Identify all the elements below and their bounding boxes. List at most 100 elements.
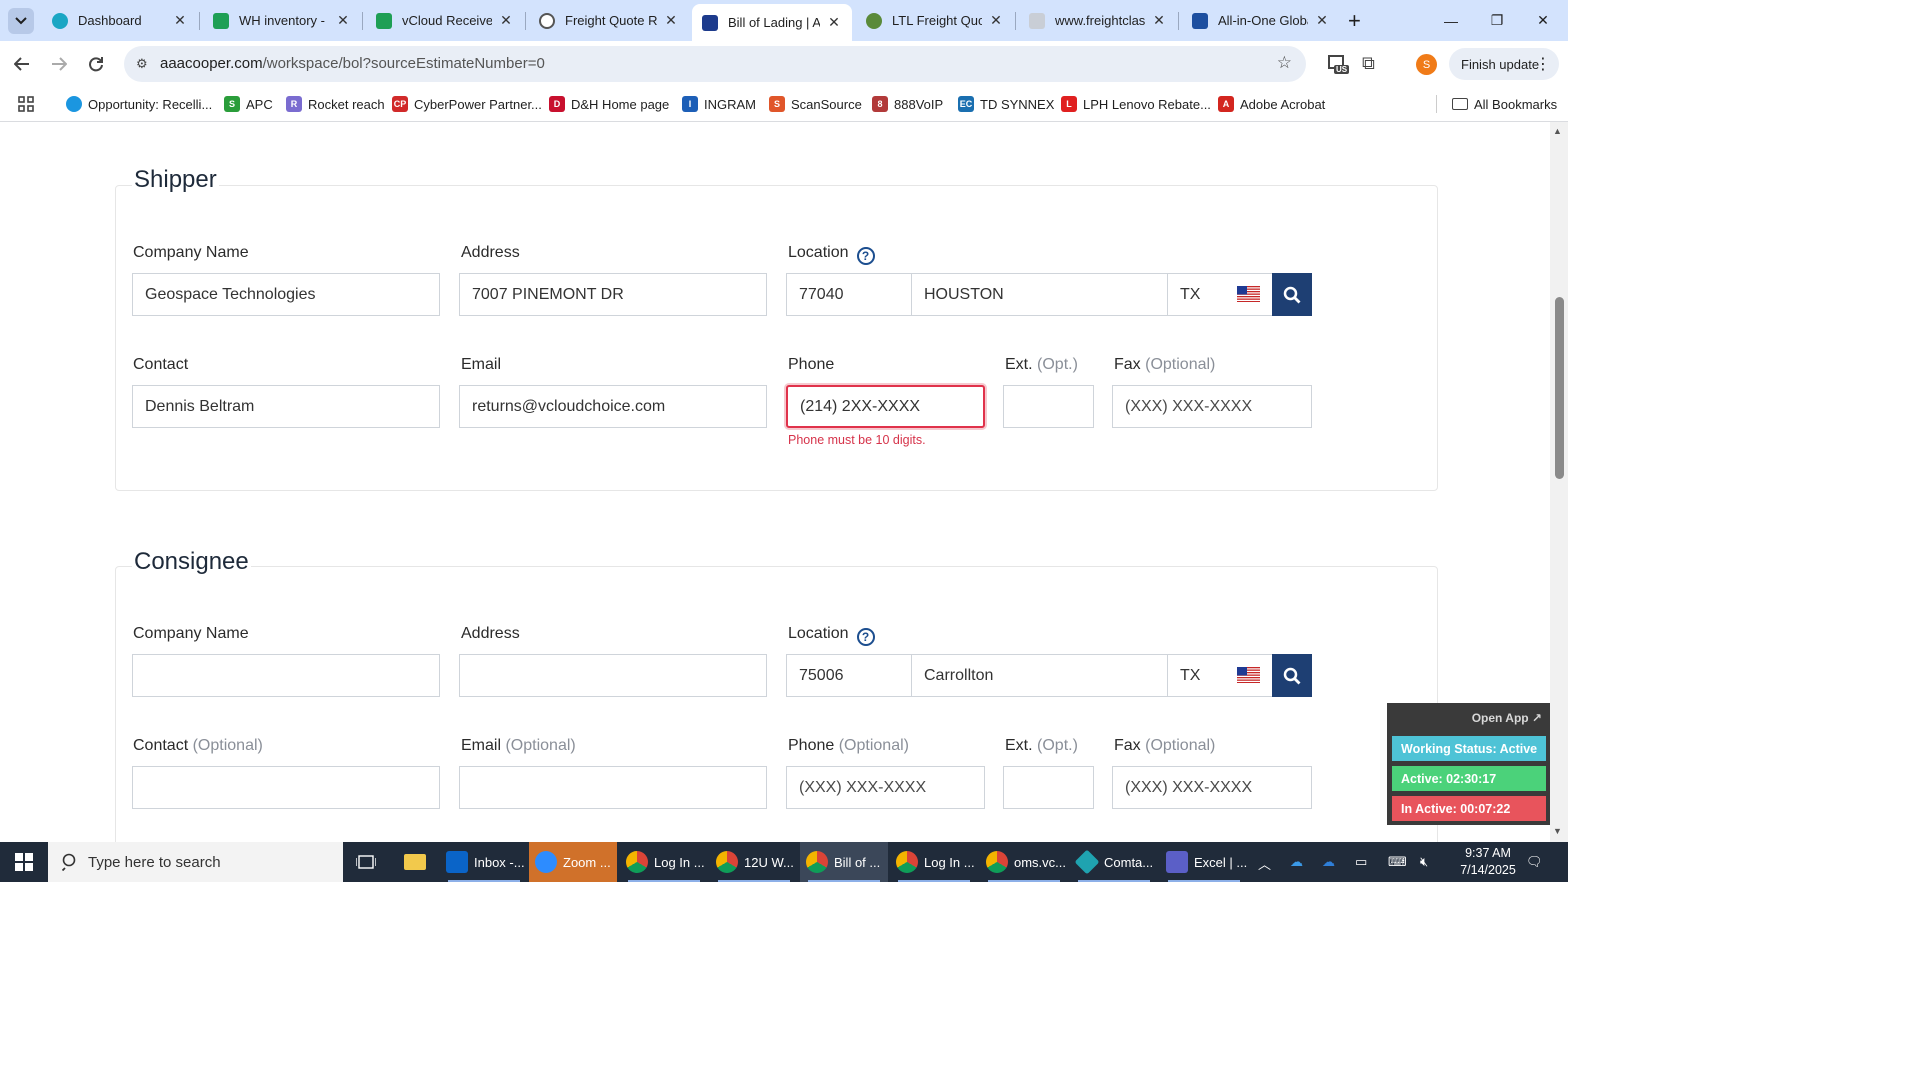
- consignee-city-input[interactable]: Carrollton: [911, 654, 1168, 697]
- tab-bill-of-lading[interactable]: Bill of Lading | A ✕: [692, 4, 852, 41]
- shipper-location-search-button[interactable]: [1272, 273, 1312, 316]
- network-icon[interactable]: ⌨: [1388, 854, 1407, 870]
- close-icon[interactable]: ✕: [826, 14, 842, 31]
- onedrive-business-icon[interactable]: ☁: [1322, 854, 1335, 870]
- reload-button[interactable]: [82, 50, 110, 78]
- taskbar-teams-excel[interactable]: Excel | ...: [1160, 842, 1248, 882]
- search-icon: [1283, 667, 1301, 684]
- shipper-contact-input[interactable]: Dennis Beltram: [132, 385, 440, 428]
- consignee-phone-input[interactable]: (XXX) XXX-XXXX: [786, 766, 985, 809]
- taskbar-chrome-login-1[interactable]: Log In ...: [620, 842, 708, 882]
- bookmark-888voip[interactable]: 8 888VoIP: [872, 94, 943, 114]
- close-icon[interactable]: ✕: [988, 12, 1004, 29]
- close-icon[interactable]: ✕: [498, 12, 514, 29]
- scroll-up-icon[interactable]: ▲: [1553, 126, 1562, 136]
- apps-grid-icon[interactable]: [18, 94, 34, 114]
- shipper-ext-input[interactable]: [1003, 385, 1094, 428]
- shipper-fax-input[interactable]: (XXX) XXX-XXXX: [1112, 385, 1312, 428]
- taskbar-search-input[interactable]: Type here to search: [48, 842, 343, 882]
- restore-button[interactable]: ❐: [1474, 0, 1520, 41]
- address-bar[interactable]: ⚙ aaacooper.com/workspace/bol?sourceEsti…: [124, 46, 1306, 82]
- extensions-puzzle-icon[interactable]: ⧉: [1362, 53, 1375, 74]
- consignee-ext-input[interactable]: [1003, 766, 1094, 809]
- shipper-city-input[interactable]: HOUSTON: [911, 273, 1168, 316]
- consignee-email-input[interactable]: [459, 766, 767, 809]
- tab-all-in-one[interactable]: All-in-One Globa ✕: [1182, 0, 1340, 41]
- consignee-zip-input[interactable]: 75006: [786, 654, 912, 697]
- close-icon[interactable]: ✕: [663, 12, 679, 29]
- consignee-company-input[interactable]: [132, 654, 440, 697]
- dh-icon: D: [549, 96, 565, 112]
- folder-icon: [1452, 98, 1468, 110]
- tab-wh-inventory[interactable]: WH inventory - ( ✕: [203, 0, 361, 41]
- taskbar-comtrac[interactable]: Comta...: [1070, 842, 1158, 882]
- minimize-button[interactable]: —: [1428, 0, 1474, 41]
- consignee-address-input[interactable]: [459, 654, 767, 697]
- bookmark-cyberpower[interactable]: CP CyberPower Partner...: [392, 94, 542, 114]
- taskbar-chrome-12u[interactable]: 12U W...: [710, 842, 798, 882]
- finish-update-button[interactable]: Finish update ⋮: [1449, 48, 1559, 80]
- back-button[interactable]: [8, 50, 36, 78]
- shipper-email-input[interactable]: returns@vcloudchoice.com: [459, 385, 767, 428]
- taskbar-outlook[interactable]: Inbox -...: [440, 842, 528, 882]
- shipper-company-input[interactable]: Geospace Technologies: [132, 273, 440, 316]
- bookmark-rocket-reach[interactable]: R Rocket reach: [286, 94, 385, 114]
- bookmark-scansource[interactable]: S ScanSource: [769, 94, 862, 114]
- consignee-location-search-button[interactable]: [1272, 654, 1312, 697]
- open-app-link[interactable]: Open App ↗: [1472, 711, 1542, 725]
- help-icon[interactable]: ?: [856, 247, 875, 265]
- globe-favicon-icon: [539, 12, 555, 29]
- consignee-contact-input[interactable]: [132, 766, 440, 809]
- onedrive-icon[interactable]: ☁: [1290, 854, 1303, 870]
- bookmark-star-icon[interactable]: ☆: [1277, 53, 1292, 73]
- taskbar-chrome-oms[interactable]: oms.vc...: [980, 842, 1068, 882]
- comtrac-icon: [1074, 849, 1100, 875]
- taskbar-chrome-bill-of-lading[interactable]: Bill of ...: [800, 842, 888, 882]
- battery-icon[interactable]: ▭: [1355, 854, 1367, 870]
- taskbar-clock[interactable]: 9:37 AM 7/14/2025: [1453, 845, 1523, 879]
- bookmark-apc[interactable]: S APC: [224, 94, 273, 114]
- task-view-button[interactable]: [356, 842, 380, 882]
- new-tab-button[interactable]: +: [1348, 8, 1361, 34]
- start-button[interactable]: [0, 842, 48, 882]
- tab-freight-quote[interactable]: Freight Quote Re ✕: [529, 0, 689, 41]
- close-icon[interactable]: ✕: [335, 12, 351, 29]
- notifications-icon[interactable]: 🗨︎: [1526, 854, 1543, 870]
- shipper-phone-input[interactable]: (214) 2XX-XXXX: [786, 385, 985, 428]
- bookmark-lph-lenovo[interactable]: L LPH Lenovo Rebate...: [1061, 94, 1211, 114]
- tab-search-button[interactable]: [8, 8, 34, 34]
- volume-muted-icon[interactable]: 🔇︎: [1420, 854, 1428, 870]
- shipper-address-input[interactable]: 7007 PINEMONT DR: [459, 273, 767, 316]
- forward-button[interactable]: [45, 50, 73, 78]
- shipper-zip-input[interactable]: 77040: [786, 273, 912, 316]
- consignee-phone-label: Phone (Optional): [788, 737, 909, 754]
- page-scrollbar[interactable]: ▲ ▼: [1550, 122, 1568, 842]
- close-icon[interactable]: ✕: [172, 12, 188, 29]
- consignee-state-value: TX: [1180, 666, 1201, 684]
- tray-overflow-icon[interactable]: ︿: [1258, 854, 1271, 873]
- bookmark-td-synnex[interactable]: EC TD SYNNEX: [958, 94, 1054, 114]
- help-icon[interactable]: ?: [856, 628, 875, 646]
- bookmark-dh-home[interactable]: D D&H Home page: [549, 94, 669, 114]
- close-icon[interactable]: ✕: [1151, 12, 1167, 29]
- bookmark-ingram[interactable]: I INGRAM: [682, 94, 756, 114]
- bookmark-adobe-acrobat[interactable]: A Adobe Acrobat: [1218, 94, 1325, 114]
- site-info-icon[interactable]: ⚙: [136, 56, 148, 72]
- tab-ltl-freight-quote[interactable]: LTL Freight Quot ✕: [856, 0, 1014, 41]
- profile-avatar[interactable]: S: [1416, 54, 1437, 75]
- taskbar-chrome-login-2[interactable]: Log In ...: [890, 842, 978, 882]
- consignee-fax-input[interactable]: (XXX) XXX-XXXX: [1112, 766, 1312, 809]
- all-bookmarks-folder[interactable]: All Bookmarks: [1452, 94, 1557, 114]
- bookmark-opportunity[interactable]: Opportunity: Recelli...: [66, 94, 212, 114]
- file-explorer-button[interactable]: [404, 842, 428, 882]
- scroll-down-icon[interactable]: ▼: [1553, 826, 1562, 836]
- tab-freightclass[interactable]: www.freightclass ✕: [1019, 0, 1177, 41]
- extension-icon[interactable]: US: [1326, 53, 1350, 75]
- scrollbar-thumb[interactable]: [1555, 297, 1564, 479]
- close-icon[interactable]: ✕: [1314, 12, 1330, 29]
- tab-vcloud-receive[interactable]: vCloud Receive F ✕: [366, 0, 524, 41]
- acrobat-icon: A: [1218, 96, 1234, 112]
- close-window-button[interactable]: ✕: [1520, 0, 1566, 41]
- taskbar-zoom[interactable]: Zoom ...: [529, 842, 617, 882]
- tab-dashboard[interactable]: Dashboard ✕: [42, 0, 198, 41]
